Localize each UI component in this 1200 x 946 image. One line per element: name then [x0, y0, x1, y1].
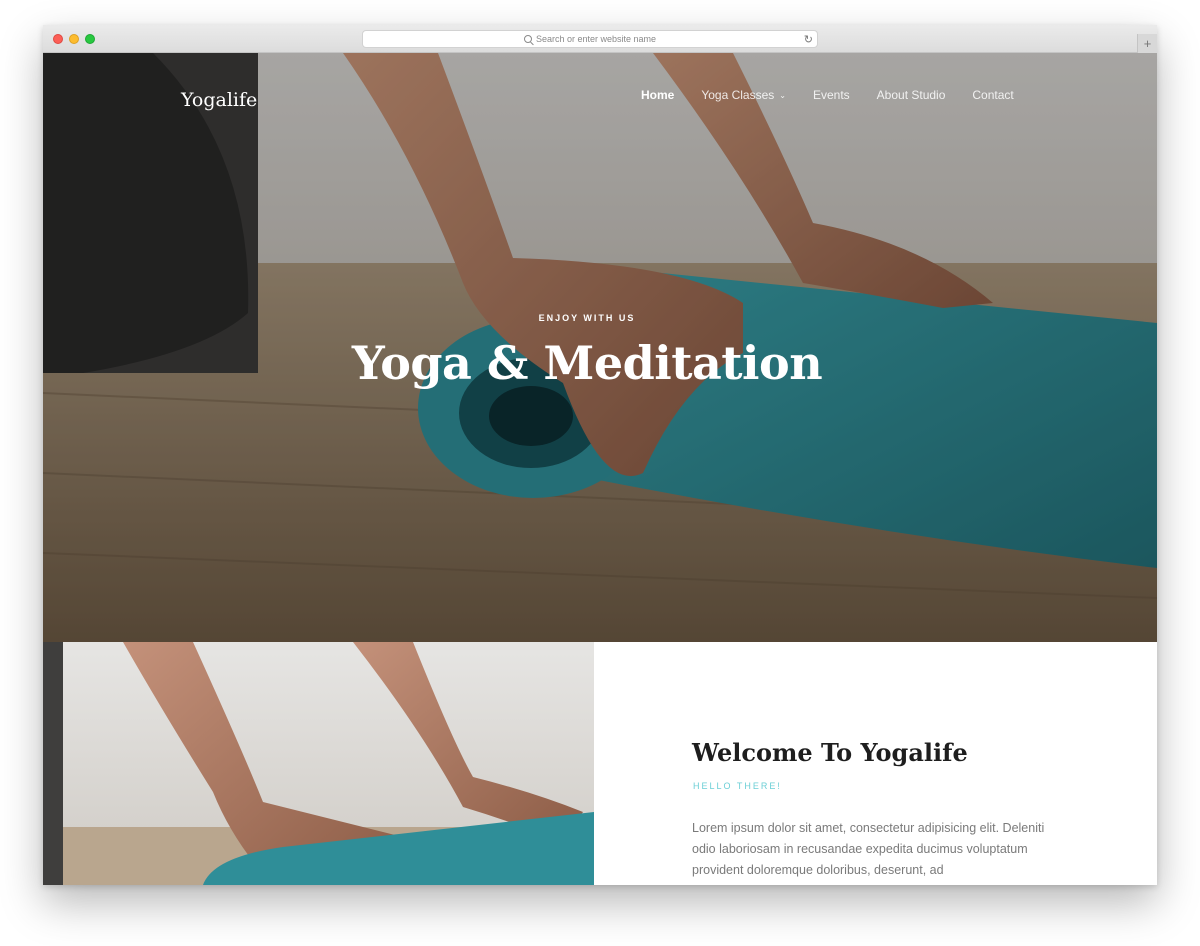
nav-label: Home — [641, 88, 675, 102]
nav-label: Contact — [972, 88, 1014, 102]
welcome-section: Welcome To Yogalife HELLO THERE! Lorem i… — [43, 642, 1157, 885]
nav-contact[interactable]: Contact — [972, 88, 1013, 102]
nav-home[interactable]: Home — [641, 88, 674, 102]
zoom-window-button[interactable] — [85, 34, 95, 44]
hero-eyebrow: ENJOY WITH US — [538, 313, 636, 323]
welcome-eyebrow: HELLO THERE! — [693, 781, 782, 791]
close-window-button[interactable] — [53, 34, 63, 44]
main-nav: Home Yoga Classes ⌄ Events About Studio C… — [641, 88, 1041, 102]
nav-about-studio[interactable]: About Studio — [877, 88, 946, 102]
nav-label: Yoga Classes — [701, 88, 775, 102]
browser-titlebar: Search or enter website name ↻ + — [43, 25, 1157, 54]
welcome-photo — [43, 642, 594, 885]
hero-title: Yoga & Meditation — [351, 336, 823, 390]
chevron-down-icon: ⌄ — [779, 90, 786, 100]
new-tab-button[interactable]: + — [1137, 34, 1157, 54]
browser-window: Search or enter website name ↻ + Yogalif… — [43, 25, 1157, 885]
nav-label: Events — [812, 88, 850, 102]
address-placeholder: Search or enter website name — [535, 34, 657, 44]
nav-yoga-classes[interactable]: Yoga Classes ⌄ — [701, 88, 786, 102]
welcome-title: Welcome To Yogalife — [692, 738, 968, 767]
welcome-text: Lorem ipsum dolor sit amet, consectetur … — [692, 821, 1045, 877]
address-bar[interactable]: Search or enter website name ↻ — [362, 30, 818, 48]
minimize-window-button[interactable] — [69, 34, 79, 44]
reload-icon[interactable]: ↻ — [804, 33, 813, 46]
hero-section: Yogalife Home Yoga Classes ⌄ Events About… — [43, 53, 1157, 642]
site-logo[interactable]: Yogalife — [181, 89, 257, 111]
nav-events[interactable]: Events — [813, 88, 850, 102]
nav-label: About Studio — [876, 88, 946, 102]
search-icon — [523, 35, 532, 43]
welcome-photo-image — [43, 642, 594, 885]
